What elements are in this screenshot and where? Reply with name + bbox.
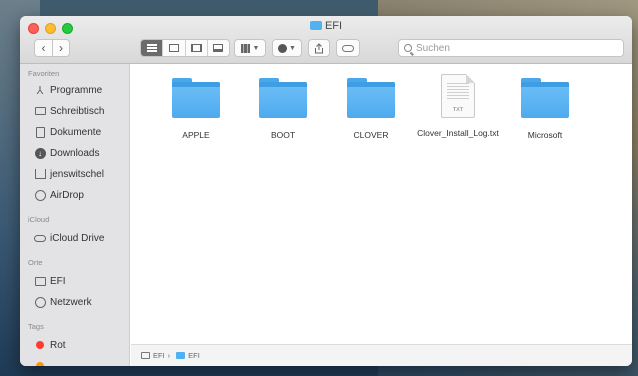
sidebar-item-airdrop[interactable]: AirDrop: [34, 187, 84, 203]
sidebar-item-label: Downloads: [50, 147, 100, 159]
folder-icon: [347, 78, 395, 118]
list-view-icon: [146, 44, 157, 52]
folder-icon: [259, 78, 307, 118]
sidebar-item-icloud-drive[interactable]: iCloud Drive: [34, 230, 104, 246]
file-name: APPLE: [182, 130, 210, 140]
sidebar-item-efi[interactable]: EFI: [34, 273, 66, 289]
file-name: BOOT: [270, 130, 296, 140]
navigation-buttons: ‹ ›: [34, 39, 70, 57]
finder-window: EFI ‹ › ▼ ▼ Favoriten: [20, 16, 632, 366]
desktop-icon: [34, 105, 46, 117]
sidebar-item-programme[interactable]: ⅄ Programme: [34, 82, 103, 98]
home-icon: [34, 168, 46, 180]
tag-button[interactable]: [336, 39, 360, 57]
icon-view-icon: [168, 44, 179, 52]
file-name: Microsoft: [527, 130, 563, 140]
applications-icon: ⅄: [36, 84, 44, 97]
window-title: EFI: [20, 20, 632, 32]
chevron-down-icon: ▼: [289, 44, 296, 52]
group-icon: [240, 43, 250, 53]
back-button[interactable]: ‹: [35, 40, 52, 56]
file-item-clover-install-log[interactable]: TXT Clover_Install_Log.txt: [417, 74, 499, 139]
red-tag-icon: [36, 341, 44, 349]
sidebar-item-label: Dokumente: [50, 126, 102, 138]
file-name: Clover_Install_Log.txt: [417, 128, 499, 138]
window-title-text: EFI: [324, 20, 343, 32]
file-name: CLOVER: [353, 130, 389, 140]
share-button[interactable]: [308, 39, 330, 57]
file-item-microsoft[interactable]: Microsoft: [505, 74, 585, 141]
file-item-boot[interactable]: BOOT: [243, 74, 323, 141]
sidebar-item-label: jenswitschel: [50, 168, 104, 180]
column-view-button[interactable]: [184, 40, 207, 56]
file-item-clover[interactable]: CLOVER: [331, 74, 411, 141]
sidebar-section-favorites: Favoriten: [28, 69, 60, 78]
view-mode-group: [140, 39, 230, 57]
sidebar-item-netzwerk[interactable]: Netzwerk: [34, 294, 92, 310]
file-extension-label: TXT: [452, 107, 464, 113]
search-icon: [404, 44, 412, 52]
sidebar-section-places: Orte: [28, 258, 43, 267]
airdrop-icon: [34, 189, 46, 201]
titlebar: EFI ‹ › ▼ ▼: [20, 16, 632, 64]
search-input[interactable]: [416, 42, 606, 54]
chevron-down-icon: ▼: [252, 44, 260, 52]
text-file-icon: TXT: [441, 74, 475, 118]
folder-icon: [521, 78, 569, 118]
file-browser: APPLE BOOT CLOVER TXT Clover_Install_Log…: [131, 64, 632, 344]
sidebar-item-label: AirDrop: [50, 189, 84, 201]
sidebar-item-home[interactable]: jenswitschel: [34, 166, 104, 182]
forward-button[interactable]: ›: [51, 40, 69, 56]
sidebar-item-label: Rot: [50, 339, 66, 351]
network-icon: [34, 296, 46, 308]
sidebar-item-dokumente[interactable]: Dokumente: [34, 124, 101, 140]
sidebar-item-label: Schreibtisch: [50, 105, 105, 117]
sidebar-item-label: iCloud Drive: [50, 232, 105, 244]
path-segment[interactable]: EFI: [153, 351, 165, 360]
gallery-view-button[interactable]: [206, 40, 229, 56]
share-icon: [315, 42, 323, 53]
sidebar-item-tag-partial[interactable]: [34, 358, 50, 366]
icon-view-button[interactable]: [162, 40, 184, 56]
sidebar-item-label: EFI: [50, 275, 66, 287]
path-bar: EFI › EFI: [131, 344, 632, 366]
sidebar-item-tag-rot[interactable]: Rot: [34, 337, 66, 353]
folder-icon: [172, 78, 220, 118]
sidebar-section-tags: Tags: [28, 322, 44, 331]
sidebar: Favoriten ⅄ Programme Schreibtisch Dokume…: [20, 64, 130, 366]
path-separator: ›: [167, 351, 171, 360]
sidebar-item-schreibtisch[interactable]: Schreibtisch: [34, 103, 104, 119]
sidebar-item-label: Netzwerk: [50, 296, 92, 308]
sidebar-section-icloud: iCloud: [28, 215, 50, 224]
cloud-icon: [34, 232, 46, 244]
gallery-view-icon: [213, 44, 224, 52]
file-item-apple[interactable]: APPLE: [156, 74, 236, 141]
gear-icon: [278, 43, 288, 53]
sidebar-item-label: Programme: [50, 84, 103, 96]
documents-icon: [34, 126, 46, 138]
folder-icon: [309, 21, 322, 30]
disk-icon: [34, 275, 46, 287]
group-button[interactable]: ▼: [234, 39, 266, 57]
path-segment[interactable]: EFI: [188, 351, 200, 360]
search-field[interactable]: [398, 39, 624, 57]
sidebar-item-downloads[interactable]: ↓ Downloads: [34, 145, 99, 161]
list-view-button[interactable]: [141, 40, 163, 56]
disk-icon: [141, 352, 150, 359]
orange-tag-icon: [36, 362, 44, 366]
downloads-icon: ↓: [34, 147, 46, 159]
folder-icon: [176, 352, 186, 359]
column-view-icon: [190, 44, 202, 52]
action-button[interactable]: ▼: [272, 39, 302, 57]
tag-icon: [342, 44, 354, 52]
